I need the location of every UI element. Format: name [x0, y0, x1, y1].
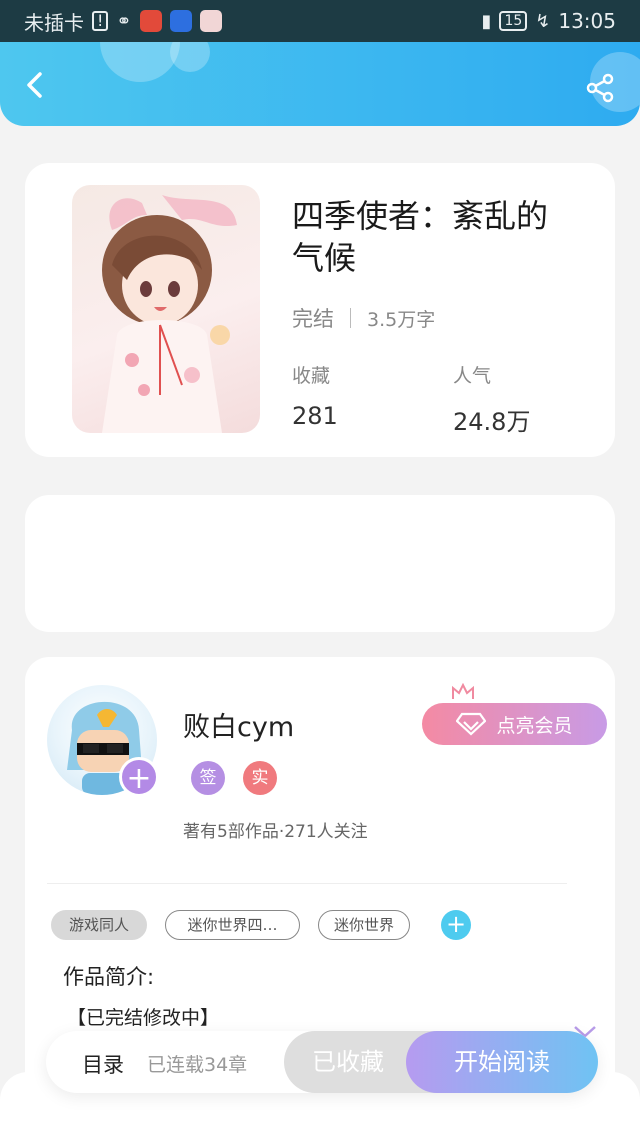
- tag-mini-world[interactable]: 迷你世界: [318, 910, 410, 940]
- empty-card: [25, 495, 615, 632]
- book-cover-image[interactable]: [72, 185, 260, 433]
- decorative-bubble: [170, 42, 210, 72]
- chapter-count: 已连载34章: [147, 1054, 248, 1076]
- vibrate-icon: ▮: [481, 10, 492, 32]
- clock: 13:05: [558, 9, 616, 33]
- popularity-label: 人气: [453, 365, 492, 387]
- verified-badge: 实: [243, 761, 277, 795]
- app-notification-icon-2: [169, 10, 192, 32]
- vip-button-label: 点亮会员: [496, 714, 573, 737]
- meta-divider: [350, 308, 351, 328]
- share-icon[interactable]: [584, 72, 616, 104]
- author-stats: 著有5部作品·271人关注: [183, 822, 368, 842]
- book-title-line1: 四季使者：紊乱的: [292, 197, 549, 235]
- book-info-card: 四季使者：紊乱的 气候 完结 3.5万字 收藏 281 人气 24.8万: [25, 163, 615, 457]
- app-notification-icon: [139, 10, 162, 32]
- completion-status: 完结: [292, 307, 334, 331]
- activate-vip-button[interactable]: 点亮会员: [422, 703, 607, 745]
- intro-heading: 作品简介:: [63, 965, 155, 989]
- tag-mini-world-four[interactable]: 迷你世界四…: [165, 910, 300, 940]
- table-of-contents-button[interactable]: 目录: [82, 1049, 124, 1079]
- favorites-value: 281: [292, 402, 338, 430]
- book-meta: 完结 3.5万字: [292, 303, 435, 333]
- decorative-bubble: [100, 42, 180, 82]
- top-header: [0, 42, 640, 126]
- diamond-icon: [456, 712, 487, 736]
- start-reading-button[interactable]: 开始阅读: [406, 1031, 598, 1093]
- wifi-icon: ⚭: [116, 10, 132, 32]
- word-count: 3.5万字: [367, 308, 436, 331]
- bottom-action-bar: 目录 已连载34章 已收藏 开始阅读: [46, 1031, 598, 1093]
- charging-icon: ↯: [535, 10, 551, 32]
- author-name[interactable]: 败白cym: [183, 705, 294, 744]
- carrier-label: 未插卡: [24, 10, 84, 35]
- follow-author-button[interactable]: +: [119, 757, 159, 797]
- battery-icon: 15: [499, 11, 528, 31]
- book-title: 四季使者：紊乱的 气候: [292, 195, 582, 279]
- book-title-line2: 气候: [292, 239, 357, 277]
- favorites-stat: 收藏 281: [292, 361, 338, 430]
- tag-game-fanfic[interactable]: 游戏同人: [51, 910, 147, 940]
- popularity-stat: 人气 24.8万: [453, 361, 530, 437]
- favorites-label: 收藏: [292, 365, 331, 387]
- popularity-value: 24.8万: [453, 408, 531, 436]
- app-notification-icon-3: [199, 10, 222, 32]
- sim-alert-icon: !: [92, 11, 109, 31]
- back-icon[interactable]: [20, 70, 50, 100]
- intro-text: 【已完结修改中】: [67, 1007, 220, 1029]
- add-tag-button[interactable]: +: [441, 910, 471, 940]
- divider: [47, 883, 567, 884]
- crown-icon: [452, 683, 474, 699]
- status-bar: 未插卡 ! ⚭ ▮ 15 ↯ 13:05: [0, 0, 640, 42]
- signed-badge: 签: [191, 761, 225, 795]
